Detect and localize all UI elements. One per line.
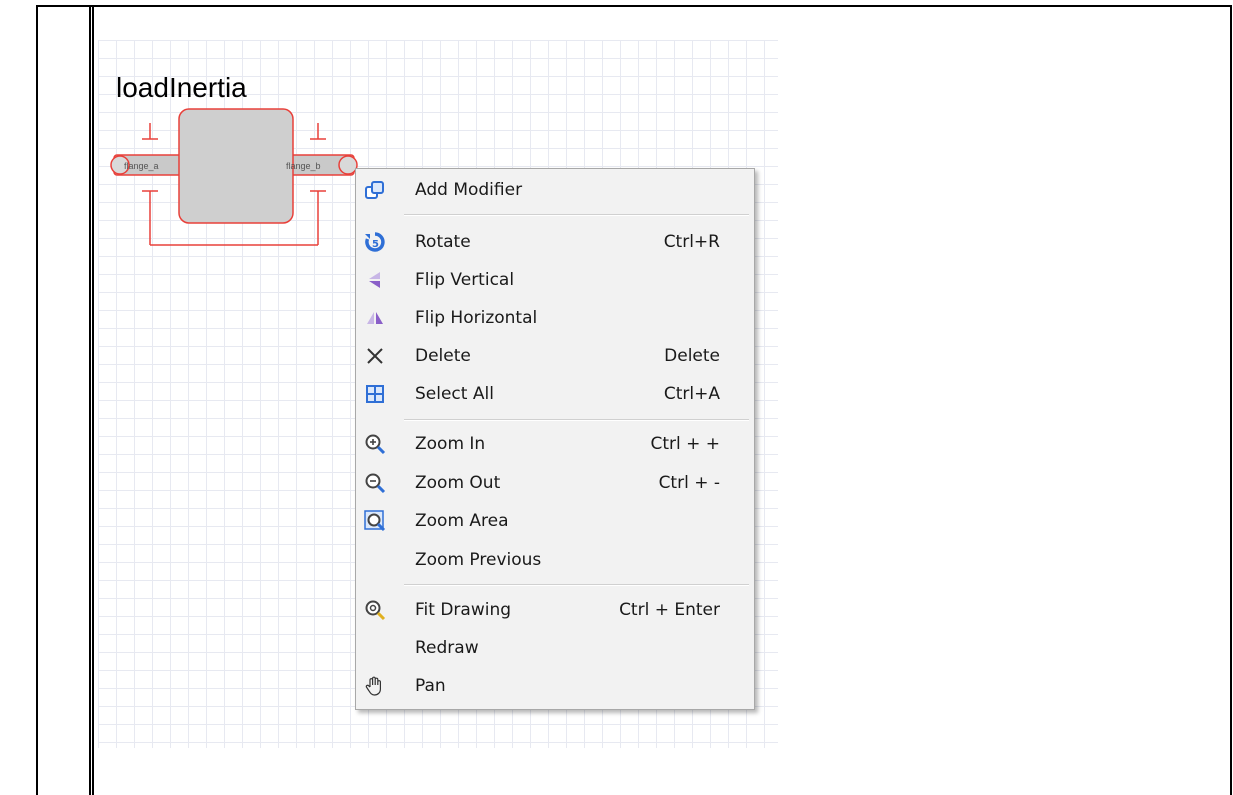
- menu-item-flip-vertical[interactable]: Flip Vertical: [356, 261, 754, 299]
- menu-item-shortcut: Ctrl+A: [663, 384, 720, 404]
- flange-b-label: flange_b: [286, 161, 321, 171]
- menu-item-label: Rotate: [415, 232, 471, 252]
- menu-item-zoom-previous[interactable]: Zoom Previous: [356, 541, 754, 579]
- menu-item-select-all[interactable]: Select All Ctrl+A: [356, 375, 754, 413]
- menu-item-delete[interactable]: Delete Delete: [356, 337, 754, 375]
- menu-item-shortcut: Delete: [664, 346, 720, 366]
- menu-item-label: Add Modifier: [415, 180, 523, 200]
- menu-item-label: Pan: [415, 676, 446, 696]
- context-menu: Add Modifier 5 Rotate Ctrl+R Flip Vertic…: [355, 168, 755, 710]
- menu-item-label: Redraw: [415, 638, 479, 658]
- menu-item-add-modifier[interactable]: Add Modifier: [356, 171, 754, 209]
- rotate-icon: 5: [362, 229, 388, 255]
- menu-item-shortcut: Ctrl+R: [663, 232, 720, 252]
- zoom-area-icon: [362, 508, 388, 534]
- menu-item-label: Flip Horizontal: [415, 308, 538, 328]
- select-all-icon: [362, 381, 388, 407]
- add-modifier-icon: [362, 177, 388, 203]
- menu-item-fit-drawing[interactable]: Fit Drawing Ctrl + Enter: [356, 591, 754, 629]
- menu-item-label: Delete: [415, 346, 471, 366]
- menu-item-label: Zoom Area: [415, 511, 509, 531]
- menu-item-pan[interactable]: Pan: [356, 667, 754, 705]
- menu-item-label: Fit Drawing: [415, 600, 512, 620]
- flip-vertical-icon: [362, 267, 388, 293]
- flip-horizontal-icon: [362, 305, 388, 331]
- menu-item-redraw[interactable]: Redraw: [356, 629, 754, 667]
- menu-separator: [404, 419, 749, 421]
- menu-item-label: Zoom In: [415, 434, 486, 454]
- menu-item-flip-horizontal[interactable]: Flip Horizontal: [356, 299, 754, 337]
- menu-separator: [404, 584, 749, 586]
- pan-hand-icon: [362, 673, 388, 699]
- menu-item-shortcut: Ctrl + Enter: [619, 600, 720, 620]
- menu-item-shortcut: Ctrl + +: [650, 434, 720, 454]
- menu-item-label: Select All: [415, 384, 494, 404]
- inertia-component[interactable]: [108, 105, 368, 255]
- menu-item-shortcut: Ctrl + -: [658, 473, 720, 493]
- document-table-divider: [89, 5, 94, 795]
- component-title: loadInertia: [116, 72, 247, 103]
- menu-item-zoom-in[interactable]: Zoom In Ctrl + +: [356, 425, 754, 463]
- menu-item-label: Zoom Previous: [415, 550, 542, 570]
- delete-icon: [362, 343, 388, 369]
- flange-a-label: flange_a: [124, 161, 159, 171]
- zoom-in-icon: [362, 431, 388, 457]
- zoom-out-icon: [362, 470, 388, 496]
- menu-separator: [404, 214, 749, 216]
- menu-item-zoom-out[interactable]: Zoom Out Ctrl + -: [356, 464, 754, 502]
- menu-item-rotate[interactable]: 5 Rotate Ctrl+R: [356, 223, 754, 261]
- menu-item-zoom-area[interactable]: Zoom Area: [356, 502, 754, 540]
- fit-drawing-icon: [362, 597, 388, 623]
- menu-item-label: Flip Vertical: [415, 270, 515, 290]
- svg-text:5: 5: [372, 239, 379, 250]
- menu-item-label: Zoom Out: [415, 473, 501, 493]
